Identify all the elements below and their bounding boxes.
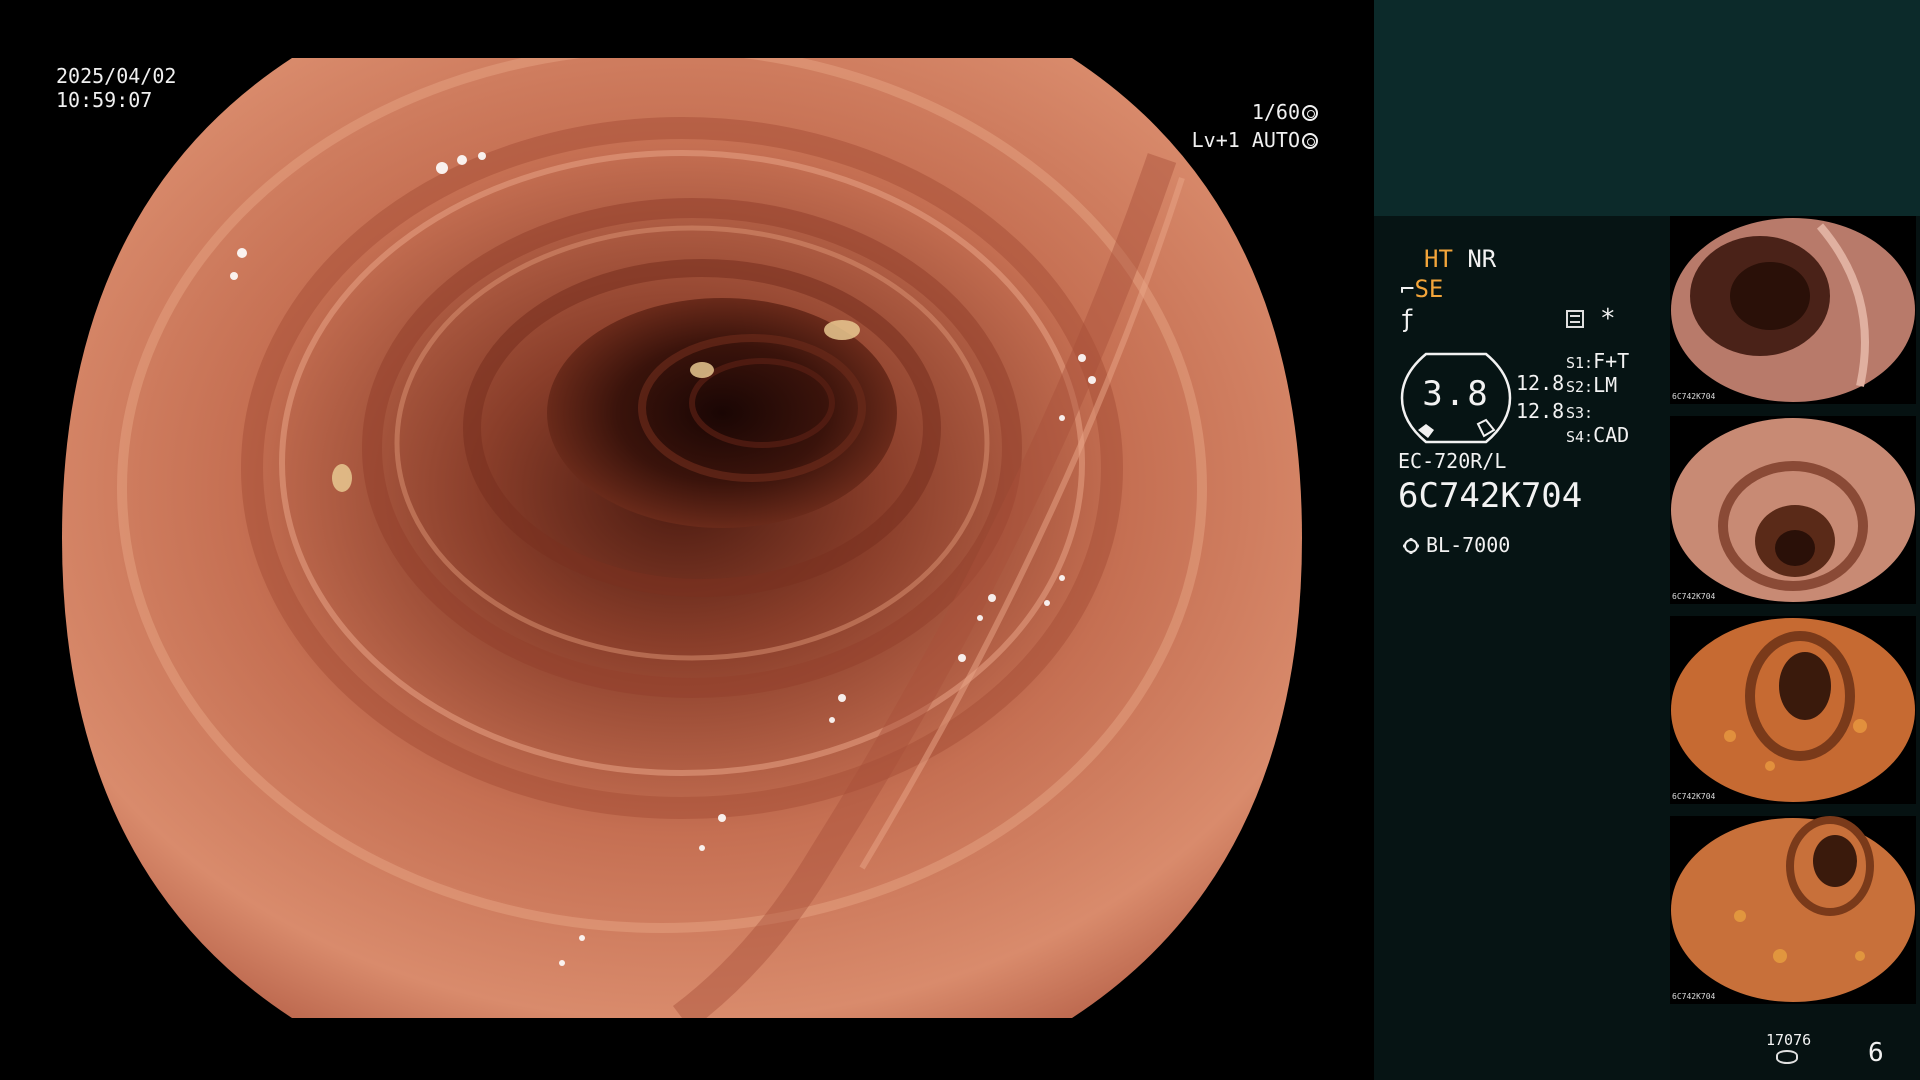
capture-thumbnail[interactable]: 6C742K704 — [1670, 416, 1916, 604]
se-indicator: SE — [1414, 275, 1444, 303]
storage-icon — [1776, 1050, 1798, 1064]
capture-thumbnail[interactable]: 6C742K704 — [1670, 216, 1916, 404]
settings-panel — [1374, 216, 1670, 1080]
light-source-icon — [1404, 539, 1418, 553]
scope-model: EC-720R/L — [1398, 449, 1507, 473]
image-mode-row: HT NR — [1424, 246, 1496, 272]
range-value-b: 12.8 — [1516, 399, 1565, 423]
light-source-name: BL-7000 — [1426, 533, 1511, 557]
se-row: ⌐SE — [1400, 276, 1443, 302]
thumbnail-label: 6C742K704 — [1672, 992, 1716, 1001]
endoscopic-image — [62, 58, 1302, 1018]
date-text: 2025/04/02 — [56, 64, 177, 88]
thumbnail-label: 6C742K704 — [1672, 592, 1716, 601]
thumbnail-label: 6C742K704 — [1672, 392, 1716, 401]
se-enhancement-icon: ⌐ — [1400, 275, 1415, 303]
switch-4: S4:CAD — [1566, 423, 1630, 447]
page-number: 6 — [1868, 1038, 1884, 1068]
light-source: BL-7000 — [1398, 532, 1510, 558]
gauge-value: 3.8 — [1422, 374, 1490, 414]
shutter-speed-value: 1/60 — [1251, 100, 1300, 124]
endoscopy-monitor: 2025/04/02 10:59:07 1/60 Lv+1 AUTO HT NR… — [0, 0, 1920, 1080]
shutter-speed: 1/60 — [1252, 100, 1318, 124]
capture-thumbnail[interactable]: 6C742K704 — [1670, 816, 1916, 1004]
structure-enhancement-icon — [1566, 310, 1584, 328]
asterisk-indicator: * — [1600, 304, 1616, 334]
range-value-a: 12.8 — [1516, 371, 1565, 395]
shutter-icon — [1302, 105, 1318, 121]
capture-thumbnail[interactable]: 6C742K704 — [1670, 616, 1916, 804]
scope-serial: 6C742K704 — [1398, 476, 1583, 516]
info-panel-header — [1374, 0, 1920, 216]
switch-2: S2:LM — [1566, 373, 1618, 397]
brightness-level: Lv+1 AUTO — [1192, 128, 1318, 152]
auto-iris-icon — [1302, 133, 1318, 149]
nr-indicator: NR — [1467, 245, 1497, 273]
filter-icon: ƒ — [1400, 305, 1415, 333]
image-counter: 17076 — [1766, 1031, 1812, 1049]
brightness-level-value: Lv+1 AUTO — [1191, 128, 1300, 152]
thumbnail-label: 6C742K704 — [1672, 792, 1716, 801]
ht-indicator: HT — [1424, 245, 1453, 273]
time-text: 10:59:07 — [56, 88, 153, 112]
